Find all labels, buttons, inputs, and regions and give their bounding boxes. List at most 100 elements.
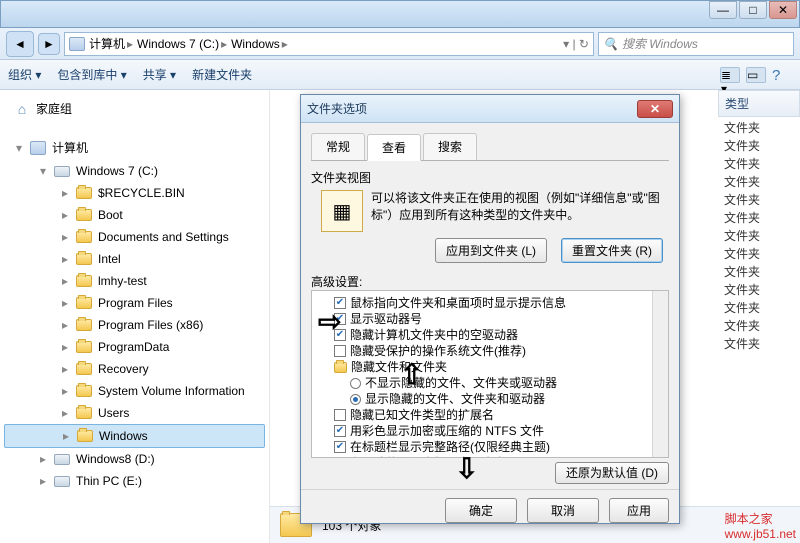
advanced-settings-label: 高级设置: [311,273,669,290]
maximize-button[interactable]: □ [739,1,767,19]
tree-folder[interactable]: ▸ProgramData [4,336,265,358]
folder-view-label: 文件夹视图 [311,169,669,186]
tree-folder[interactable]: ▸Intel [4,248,265,270]
tab-search[interactable]: 搜索 [423,133,477,160]
breadcrumb[interactable]: Windows 7 (C:) [137,37,219,51]
minimize-button[interactable]: — [709,1,737,19]
radio-icon[interactable] [350,394,361,405]
drive-icon [54,166,70,177]
scrollbar[interactable] [652,291,668,457]
cancel-button[interactable]: 取消 [527,498,599,523]
folder-view-description: 可以将该文件夹正在使用的视图（例如"详细信息"或"图标"）应用到所有这种类型的文… [371,190,669,232]
type-cell: 文件夹 [718,171,800,189]
tree-folder[interactable]: ▸Windows [4,424,265,448]
adv-setting-item[interactable]: ✔鼠标指向文件夹和桌面项时显示提示信息 [314,295,666,311]
arrow-indicator-icon: ⇩ [455,452,478,485]
folder-icon [76,187,92,199]
ok-button[interactable]: 确定 [445,498,517,523]
include-library-menu[interactable]: 包含到库中 ▾ [57,66,126,83]
folder-view-icon: ▦ [321,190,363,232]
new-folder-button[interactable]: 新建文件夹 [192,66,252,83]
tree-folder[interactable]: ▸Recovery [4,358,265,380]
drive-icon [54,476,70,487]
apply-button[interactable]: 应用 [609,498,669,523]
view-mode-button[interactable]: ≣ ▾ [720,67,740,83]
tree-folder[interactable]: ▸lmhy-test [4,270,265,292]
adv-setting-item[interactable]: ✔用彩色显示加密或压缩的 NTFS 文件 [314,423,666,439]
adv-setting-item[interactable]: ✔隐藏计算机文件夹中的空驱动器 [314,327,666,343]
arrow-indicator-icon: ⇨ [318,305,341,338]
tree-drive-e[interactable]: ▸Thin PC (E:) [4,470,265,492]
folder-icon [76,407,92,419]
folder-icon [76,385,92,397]
breadcrumb[interactable]: 计算机 [89,35,125,52]
dialog-close-button[interactable]: ✕ [637,100,673,118]
folder-icon [77,430,93,442]
type-cell: 文件夹 [718,117,800,135]
tree-homegroup[interactable]: ⌂家庭组 [4,96,265,121]
preview-pane-button[interactable]: ▭ [746,67,766,83]
organize-menu[interactable]: 组织 ▾ [8,66,41,83]
tab-view[interactable]: 查看 [367,134,421,161]
window-titlebar: — □ ✕ [0,0,800,28]
folder-icon [76,297,92,309]
dialog-tabs: 常规 查看 搜索 [311,133,669,161]
tree-folder[interactable]: ▸Program Files (x86) [4,314,265,336]
adv-setting-item[interactable]: 不显示隐藏的文件、文件夹或驱动器 [314,375,666,391]
type-cell: 文件夹 [718,333,800,351]
tree-folder[interactable]: ▸Program Files [4,292,265,314]
restore-defaults-button[interactable]: 还原为默认值 (D) [555,462,669,484]
type-column: 类型 文件夹文件夹文件夹文件夹文件夹文件夹文件夹文件夹文件夹文件夹文件夹文件夹文… [718,90,800,351]
folder-icon [76,319,92,331]
dialog-titlebar[interactable]: 文件夹选项 ✕ [301,95,679,123]
tree-folder[interactable]: ▸System Volume Information [4,380,265,402]
adv-setting-item[interactable]: 显示隐藏的文件、文件夹和驱动器 [314,391,666,407]
folder-icon [76,363,92,375]
adv-setting-item[interactable]: ✔显示驱动器号 [314,311,666,327]
forward-button[interactable]: ► [38,33,60,55]
advanced-settings-list[interactable]: ✔鼠标指向文件夹和桌面项时显示提示信息✔显示驱动器号✔隐藏计算机文件夹中的空驱动… [311,290,669,458]
window-controls: — □ ✕ [709,1,799,19]
address-bar[interactable]: 计算机 ▸ Windows 7 (C:) ▸ Windows ▸ ▾ | ↻ [64,32,594,56]
type-cell: 文件夹 [718,279,800,297]
checkbox-icon[interactable] [334,409,346,421]
close-button[interactable]: ✕ [769,1,797,19]
help-button[interactable]: ? [772,67,792,83]
checkbox-icon[interactable] [334,345,346,357]
type-cell: 文件夹 [718,243,800,261]
adv-setting-item[interactable]: 隐藏受保护的操作系统文件(推荐) [314,343,666,359]
breadcrumb[interactable]: Windows [231,37,280,51]
radio-icon[interactable] [350,378,361,389]
adv-setting-item[interactable]: 隐藏已知文件类型的扩展名 [314,407,666,423]
back-button[interactable]: ◄ [6,31,34,57]
tree-folder[interactable]: ▸Boot [4,204,265,226]
tree-drive-d[interactable]: ▸Windows8 (D:) [4,448,265,470]
tree-folder[interactable]: ▸Users [4,402,265,424]
folder-icon [76,231,92,243]
checkbox-icon[interactable] [334,457,346,458]
folder-icon [334,362,347,373]
type-cell: 文件夹 [718,135,800,153]
adv-setting-item[interactable]: ✔在标题栏显示完整路径(仅限经典主题) [314,439,666,455]
navigation-tree[interactable]: ⌂家庭组 ▾计算机 ▾Windows 7 (C:) ▸$RECYCLE.BIN▸… [0,90,270,543]
tree-computer[interactable]: ▾计算机 [4,135,265,160]
column-header-type[interactable]: 类型 [718,90,800,117]
dialog-title: 文件夹选项 [307,100,367,117]
checkbox-icon[interactable]: ✔ [334,441,346,453]
type-cell: 文件夹 [718,207,800,225]
adv-setting-item[interactable]: 在单独的进程中打开文件夹窗口 [314,455,666,458]
folder-icon [76,253,92,265]
share-menu[interactable]: 共享 ▾ [143,66,176,83]
tab-general[interactable]: 常规 [311,133,365,160]
folder-icon [76,275,92,287]
tree-drive-c[interactable]: ▾Windows 7 (C:) [4,160,265,182]
tree-folder[interactable]: ▸Documents and Settings [4,226,265,248]
apply-to-folders-button[interactable]: 应用到文件夹 (L) [435,238,547,263]
address-bar-row: ◄ ► 计算机 ▸ Windows 7 (C:) ▸ Windows ▸ ▾ |… [0,28,800,60]
adv-setting-item[interactable]: 隐藏文件和文件夹 [314,359,666,375]
search-input[interactable]: 🔍 搜索 Windows [598,32,794,56]
tree-folder[interactable]: ▸$RECYCLE.BIN [4,182,265,204]
type-cell: 文件夹 [718,315,800,333]
checkbox-icon[interactable]: ✔ [334,425,346,437]
reset-folders-button[interactable]: 重置文件夹 (R) [561,238,663,263]
